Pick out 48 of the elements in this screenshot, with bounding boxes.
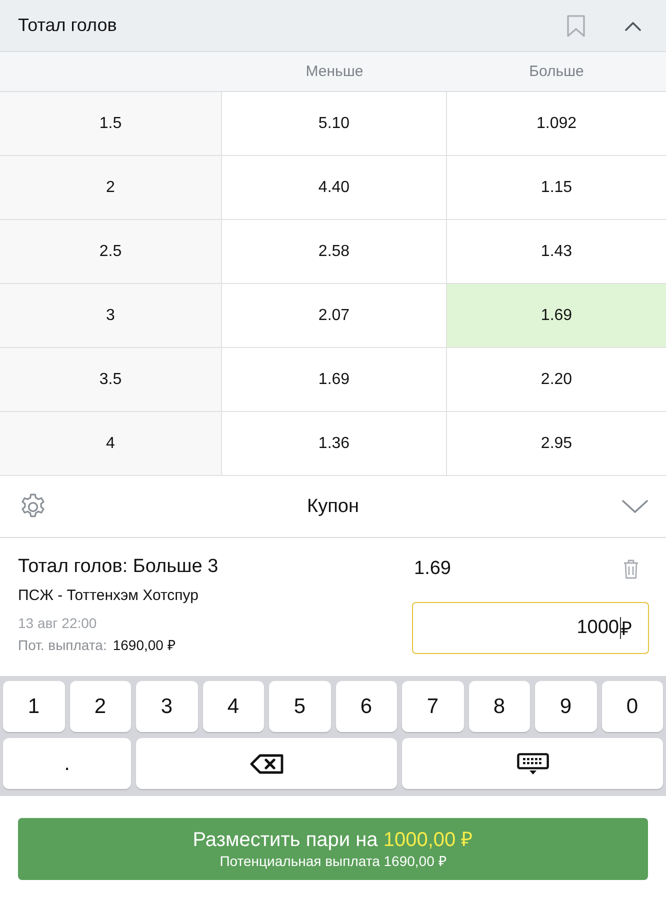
bet-odds: 1.69	[414, 558, 451, 580]
bet-market: Тотал голов: Больше 3	[18, 555, 218, 579]
digit-key[interactable]: 3	[136, 681, 198, 732]
column-header: Больше	[529, 63, 584, 80]
match-name: ПСЖ - Тоттенхэм Хотспур	[18, 586, 198, 606]
total-cell: 1.5	[0, 92, 221, 155]
digit-key[interactable]: 4	[202, 681, 264, 732]
digit-key[interactable]: 6	[336, 681, 397, 732]
digit-key[interactable]: 9	[535, 681, 596, 732]
hide-keyboard-key[interactable]	[402, 738, 663, 789]
payout-label: Пот. выплата:	[18, 636, 107, 655]
total-cell: 2.5	[0, 220, 221, 283]
column-header: Меньше	[306, 63, 364, 80]
stake-field[interactable]: 1000₽	[412, 602, 649, 654]
odds-cell[interactable]: 2.58	[222, 220, 446, 283]
chevron-up-icon[interactable]	[625, 20, 641, 30]
keyboard-hide-icon	[516, 752, 548, 774]
coupon-title: Купон	[307, 496, 359, 518]
odds-cell[interactable]: 2.95	[447, 412, 666, 475]
bookmark-icon[interactable]	[567, 14, 585, 36]
total-cell: 3.5	[0, 348, 221, 411]
odds-cell[interactable]: 1.092	[447, 92, 666, 155]
odds-cell[interactable]: 1.69	[447, 284, 666, 347]
digit-key[interactable]: 2	[70, 681, 131, 732]
backspace-key[interactable]	[136, 738, 397, 789]
digit-key[interactable]: 1	[3, 681, 64, 732]
total-cell: 2	[0, 156, 221, 219]
backspace-icon	[250, 754, 284, 774]
odds-cell[interactable]: 1.36	[222, 412, 446, 475]
digit-key[interactable]: 0	[602, 681, 663, 732]
decimal-key[interactable]: .	[3, 738, 131, 789]
digit-key[interactable]: 8	[468, 681, 530, 732]
odds-cell[interactable]: 1.43	[447, 220, 666, 283]
odds-cell[interactable]: 2.07	[222, 284, 446, 347]
trash-icon[interactable]	[623, 559, 639, 579]
digit-key[interactable]: 5	[269, 681, 330, 732]
total-cell: 4	[0, 412, 221, 475]
match-date: 13 авг 22:00	[18, 614, 97, 633]
odds-cell[interactable]: 1.15	[447, 156, 666, 219]
chevron-down-icon[interactable]	[622, 500, 648, 514]
market-title: Тотал голов	[18, 15, 118, 36]
payout-value: 1690,00 ₽	[112, 636, 176, 655]
total-cell: 3	[0, 284, 221, 347]
digit-key[interactable]: 7	[402, 681, 464, 732]
odds-cell[interactable]: 4.40	[222, 156, 446, 219]
odds-cell[interactable]: 2.20	[447, 348, 666, 411]
odds-cell[interactable]: 1.69	[222, 348, 446, 411]
odds-cell[interactable]: 5.10	[222, 92, 446, 155]
